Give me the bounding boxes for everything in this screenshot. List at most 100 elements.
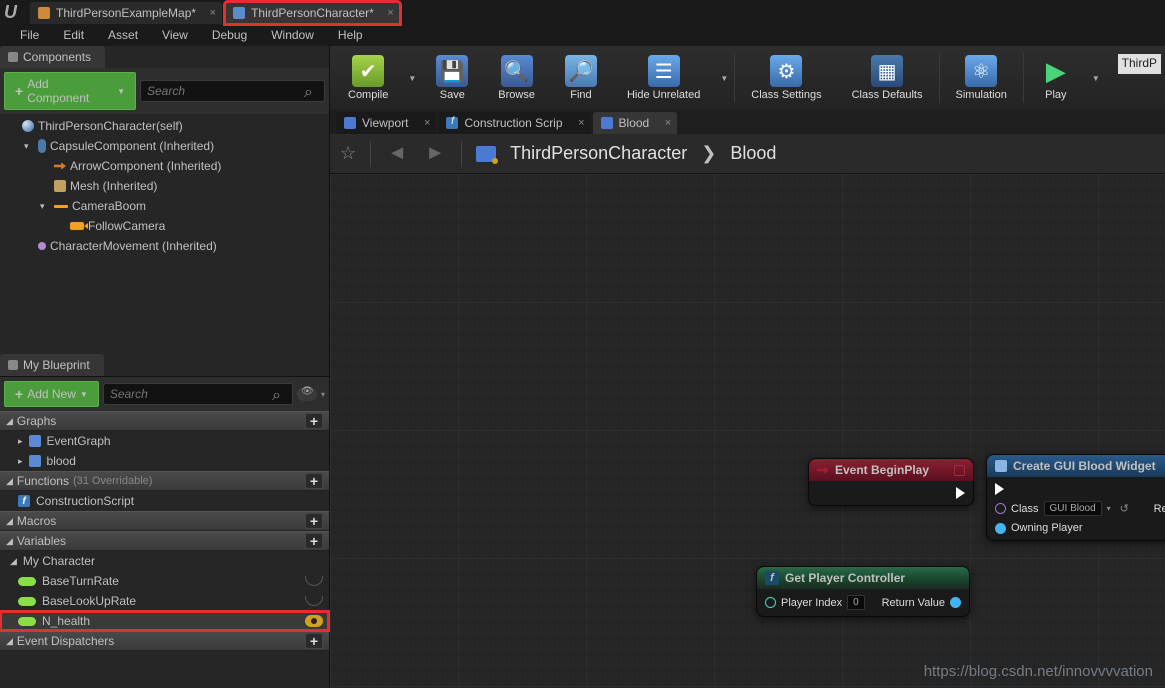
- hide-unrelated-button[interactable]: ☰Hide Unrelated: [613, 48, 714, 108]
- graph-row[interactable]: ▸EventGraph: [0, 431, 329, 451]
- menu-asset[interactable]: Asset: [96, 25, 150, 45]
- component-label: CameraBoom: [72, 199, 146, 213]
- section-macros[interactable]: ◢Macros+: [0, 511, 329, 531]
- graph-tab-blood[interactable]: Blood×: [593, 112, 678, 134]
- visibility-filter-icon[interactable]: [297, 387, 317, 401]
- favorite-icon[interactable]: ☆: [340, 143, 356, 164]
- function-icon: f: [765, 571, 779, 585]
- play-button[interactable]: ▶Play: [1026, 48, 1086, 108]
- expand-icon[interactable]: ▾: [24, 141, 34, 152]
- visibility-icon[interactable]: [305, 615, 323, 627]
- graph-icon: [29, 455, 41, 467]
- menu-window[interactable]: Window: [259, 25, 326, 45]
- add-button[interactable]: +: [305, 413, 323, 429]
- button-label: Find: [570, 89, 591, 101]
- function-row[interactable]: fConstructionScript: [0, 491, 329, 511]
- component-row[interactable]: ThirdPersonCharacter(self): [0, 116, 329, 136]
- delegate-pin[interactable]: [954, 465, 965, 476]
- menu-file[interactable]: File: [8, 25, 51, 45]
- close-icon[interactable]: ×: [210, 7, 216, 19]
- breadcrumb-leaf[interactable]: Blood: [730, 143, 776, 164]
- section-variables[interactable]: ◢Variables+: [0, 531, 329, 551]
- components-tab[interactable]: Components: [0, 46, 105, 68]
- left-panel: Components +Add Component▼ ThirdPersonCh…: [0, 46, 330, 688]
- component-row[interactable]: Mesh (Inherited): [0, 176, 329, 196]
- tab-example-map[interactable]: ThirdPersonExampleMap* ×: [30, 2, 222, 24]
- class-settings-button[interactable]: ⚙Class Settings: [737, 48, 835, 108]
- save-icon: 💾: [436, 55, 468, 87]
- my-blueprint-tab[interactable]: My Blueprint: [0, 354, 104, 376]
- class-defaults-button[interactable]: ▦Class Defaults: [838, 48, 937, 108]
- node-get-player-controller[interactable]: fGet Player Controller Player Index0 Ret…: [756, 566, 970, 617]
- class-pin[interactable]: [995, 503, 1006, 514]
- player-index-pin[interactable]: [765, 597, 776, 608]
- add-component-button[interactable]: +Add Component▼: [4, 72, 136, 110]
- expand-icon[interactable]: ▾: [40, 201, 50, 212]
- component-row[interactable]: ▾CapsuleComponent (Inherited): [0, 136, 329, 156]
- variable-row[interactable]: BaseLookUpRate: [0, 591, 329, 611]
- pin-value[interactable]: GUI Blood: [1044, 501, 1102, 516]
- visibility-icon[interactable]: [305, 596, 323, 606]
- menu-debug[interactable]: Debug: [200, 25, 259, 45]
- add-new-button[interactable]: +Add New▼: [4, 381, 99, 407]
- tab-label: ThirdPersonCharacter*: [251, 6, 374, 20]
- add-button[interactable]: +: [305, 473, 323, 489]
- viewport-icon: [601, 117, 613, 129]
- button-label: Save: [440, 89, 465, 101]
- tab-character-bp[interactable]: ThirdPersonCharacter* ×: [225, 2, 400, 24]
- add-button[interactable]: +: [305, 533, 323, 549]
- caret-icon[interactable]: ▼: [716, 74, 732, 83]
- node-create-widget[interactable]: ⎆ Create GUI Blood Widget ClassGUI Blood…: [986, 454, 1165, 541]
- section-functions[interactable]: ◢Functions(31 Overridable)+: [0, 471, 329, 491]
- return-pin[interactable]: [950, 597, 961, 608]
- simulation-button[interactable]: ⚛Simulation: [942, 48, 1021, 108]
- variable-row[interactable]: N_health: [0, 611, 329, 631]
- nav-forward-button[interactable]: ►: [423, 142, 447, 166]
- pin-label: Return Value: [882, 597, 945, 609]
- reset-icon[interactable]: ↺: [1120, 502, 1129, 515]
- graph-canvas[interactable]: Event BeginPlay ⎆ Create GUI Blood Widge…: [330, 174, 1165, 688]
- save-button[interactable]: 💾 Save: [422, 48, 482, 108]
- search-input[interactable]: [110, 387, 272, 401]
- close-icon[interactable]: ×: [578, 117, 584, 129]
- compile-button[interactable]: ✔Compile: [334, 48, 402, 108]
- components-search[interactable]: [140, 80, 325, 102]
- variable-row[interactable]: BaseTurnRate: [0, 571, 329, 591]
- browse-button[interactable]: 🔍Browse: [484, 48, 549, 108]
- section-graphs[interactable]: ◢Graphs+: [0, 411, 329, 431]
- menu-help[interactable]: Help: [326, 25, 375, 45]
- component-row[interactable]: FollowCamera: [0, 216, 329, 236]
- caret-icon[interactable]: ▼: [1088, 74, 1104, 83]
- pin-value[interactable]: 0: [847, 595, 865, 610]
- component-row[interactable]: ▾ CameraBoom: [0, 196, 329, 216]
- breadcrumb-root[interactable]: ThirdPersonCharacter: [510, 143, 687, 164]
- node-event-beginplay[interactable]: Event BeginPlay: [808, 458, 974, 506]
- nav-back-button[interactable]: ◄: [385, 142, 409, 166]
- menu-view[interactable]: View: [150, 25, 200, 45]
- graph-row[interactable]: ▸blood: [0, 451, 329, 471]
- breadcrumb-bar: ☆ ◄ ► ThirdPersonCharacter ❯ Blood: [330, 134, 1165, 174]
- close-icon[interactable]: ×: [424, 117, 430, 129]
- component-row[interactable]: CharacterMovement (Inherited): [0, 236, 329, 256]
- close-icon[interactable]: ×: [665, 117, 671, 129]
- exec-in-pin[interactable]: [995, 483, 1004, 495]
- blueprint-search[interactable]: [103, 383, 293, 405]
- parent-class-link[interactable]: ThirdP: [1118, 54, 1161, 74]
- close-icon[interactable]: ×: [387, 7, 393, 19]
- graph-tab-construction-scrip[interactable]: fConstruction Scrip×: [438, 112, 590, 134]
- search-input[interactable]: [147, 84, 304, 98]
- caret-icon[interactable]: ▼: [404, 74, 420, 83]
- menu-edit[interactable]: Edit: [51, 25, 96, 45]
- variable-category[interactable]: ◢My Character: [0, 551, 329, 571]
- add-button[interactable]: +: [305, 513, 323, 529]
- find-button[interactable]: 🔎Find: [551, 48, 611, 108]
- search-icon: [272, 387, 286, 401]
- graph-tab-viewport[interactable]: Viewport×: [336, 112, 436, 134]
- exec-out-pin[interactable]: [956, 487, 965, 499]
- item-label: EventGraph: [47, 434, 111, 448]
- section-event dispatchers[interactable]: ◢Event Dispatchers+: [0, 631, 329, 651]
- add-button[interactable]: +: [305, 633, 323, 649]
- owning-player-pin[interactable]: [995, 523, 1006, 534]
- visibility-icon[interactable]: [305, 576, 323, 586]
- component-row[interactable]: ArrowComponent (Inherited): [0, 156, 329, 176]
